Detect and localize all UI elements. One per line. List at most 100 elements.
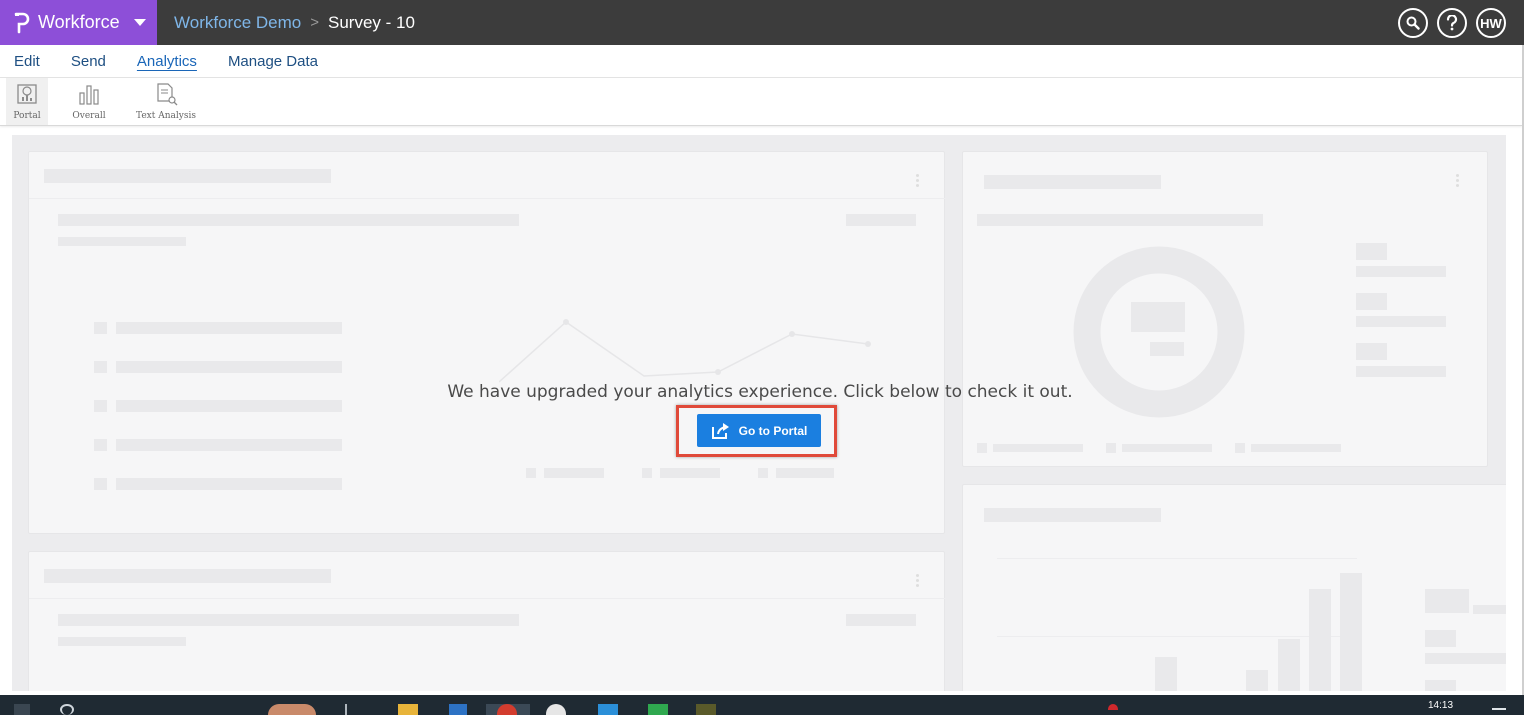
more-options-icon [1456, 174, 1459, 188]
breadcrumb-org[interactable]: Workforce Demo [174, 13, 301, 33]
analytics-subtoolbar: Portal Overall Text Analysis [0, 78, 1522, 126]
os-taskbar: 14:13 [0, 695, 1524, 715]
app-icon[interactable] [696, 704, 716, 715]
task-view-icon[interactable] [345, 704, 365, 715]
skeleton-divider [29, 598, 946, 599]
app-icon[interactable] [449, 704, 467, 715]
upgrade-message: We have upgraded your analytics experien… [447, 382, 1073, 402]
notification-badge-icon [1108, 704, 1118, 710]
skeleton-card [962, 484, 1506, 691]
skeleton-legend-swatch [1425, 630, 1456, 647]
brand-name: Workforce [38, 12, 120, 32]
help-button[interactable] [1437, 8, 1467, 38]
taskbar-clock[interactable]: 14:13 [1428, 700, 1453, 711]
skeleton-title [44, 169, 331, 183]
tab-analytics[interactable]: Analytics [137, 53, 197, 70]
app-icon[interactable] [648, 704, 668, 715]
file-explorer-icon[interactable] [398, 704, 418, 715]
app-icon[interactable] [598, 704, 618, 715]
skeleton-bar [1340, 573, 1362, 691]
skeleton-line [58, 237, 186, 246]
skeleton-line [116, 478, 342, 490]
skeleton-legend-swatch [977, 443, 987, 453]
skeleton-line [1473, 605, 1506, 614]
skeleton-bar [1155, 657, 1177, 691]
subtoolbar-label: Portal [13, 111, 41, 121]
go-to-portal-button[interactable]: Go to Portal [697, 414, 821, 447]
skeleton-line [1356, 366, 1446, 377]
breadcrumb-separator: > [310, 14, 319, 31]
skeleton-line [1251, 444, 1341, 452]
tab-edit[interactable]: Edit [14, 53, 40, 70]
skeleton-line [846, 214, 916, 226]
start-icon[interactable] [14, 704, 30, 715]
skeleton-gridline [997, 558, 1357, 559]
skeleton-bullet [94, 478, 107, 490]
portal-icon [17, 84, 37, 104]
share-icon [711, 422, 729, 439]
subtoolbar-item-text-analysis[interactable]: Text Analysis [134, 78, 198, 125]
go-to-portal-label: Go to Portal [738, 423, 808, 438]
skeleton-card [28, 551, 946, 691]
skeleton-title [984, 175, 1161, 189]
skeleton-bar [1246, 670, 1268, 691]
skeleton-line [776, 468, 834, 478]
subtoolbar-item-portal[interactable]: Portal [6, 78, 48, 125]
skeleton-bullet [94, 439, 107, 451]
skeleton-legend-swatch [1356, 343, 1387, 360]
skeleton-legend-swatch [526, 468, 536, 478]
skeleton-legend-swatch [642, 468, 652, 478]
text-analysis-icon [157, 83, 178, 106]
header-actions: HW [1398, 8, 1506, 38]
skeleton-line [977, 214, 1263, 226]
subtoolbar-label: Text Analysis [136, 111, 196, 121]
breadcrumb: Workforce Demo > Survey - 10 [174, 0, 415, 45]
subtoolbar-item-overall[interactable]: Overall [68, 78, 110, 125]
skeleton-legend-swatch [1356, 243, 1387, 260]
app-icon[interactable] [546, 704, 566, 715]
search-icon[interactable] [60, 704, 74, 715]
skeleton-line [1356, 266, 1446, 277]
brand-switcher[interactable]: Workforce [0, 0, 157, 45]
skeleton-line [1356, 316, 1446, 327]
brand-logo-icon [14, 12, 30, 33]
skeleton-legend-swatch [1106, 443, 1116, 453]
subtoolbar-label: Overall [72, 111, 106, 121]
skeleton-line-chart [499, 319, 871, 383]
skeleton-bar [1309, 589, 1331, 691]
skeleton-legend-swatch [1425, 680, 1456, 691]
skeleton-bullet [94, 361, 107, 373]
skeleton-line [58, 214, 519, 226]
skeleton-line [116, 439, 342, 451]
skeleton-line [58, 614, 519, 626]
skeleton-gridline [997, 636, 1357, 637]
user-avatar[interactable]: HW [1476, 8, 1506, 38]
tab-send[interactable]: Send [71, 53, 106, 70]
top-bar: Workforce Workforce Demo > Survey - 10 H… [0, 0, 1524, 45]
search-button[interactable] [1398, 8, 1428, 38]
skeleton-bar [1278, 639, 1300, 691]
tab-manage-data[interactable]: Manage Data [228, 53, 318, 70]
skeleton-legend-swatch [1425, 589, 1469, 613]
more-options-icon [916, 174, 919, 188]
skeleton-bullet [94, 322, 107, 334]
skeleton-line [544, 468, 604, 478]
cortana-image [268, 704, 316, 715]
help-icon [1446, 15, 1458, 31]
skeleton-line [116, 322, 342, 334]
skeleton-legend-swatch [758, 468, 768, 478]
bar-chart-icon [79, 85, 99, 105]
main-tabs: Edit Send Analytics Manage Data [0, 45, 1522, 78]
skeleton-divider [29, 198, 946, 199]
skeleton-line [1425, 653, 1506, 664]
skeleton-legend-swatch [1356, 293, 1387, 310]
skeleton-line [660, 468, 720, 478]
skeleton-card [28, 151, 946, 534]
skeleton-title [984, 508, 1161, 522]
skeleton-title [44, 569, 331, 583]
search-icon [1406, 16, 1420, 30]
breadcrumb-current: Survey - 10 [327, 12, 415, 32]
show-desktop-icon[interactable] [1492, 708, 1506, 710]
skeleton-line [58, 637, 186, 646]
chevron-down-icon [133, 19, 146, 26]
